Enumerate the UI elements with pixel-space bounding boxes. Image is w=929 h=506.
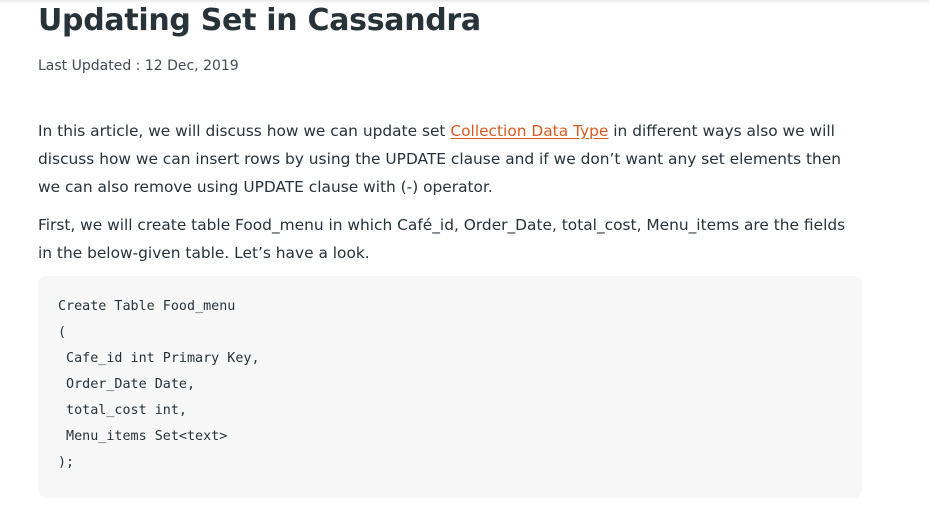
code-line: ); — [58, 455, 75, 470]
code-block: Create Table Food_menu ( Cafe_id int Pri… — [38, 276, 862, 498]
intro-text-start: In this article, we will discuss how we … — [38, 122, 451, 140]
table-intro-paragraph: First, we will create table Food_menu in… — [38, 216, 846, 262]
article-title: Updating Set in Cassandra — [38, 3, 481, 38]
code-line: ( — [58, 325, 67, 340]
code-line: Menu_items Set<text> — [58, 429, 228, 444]
code-line: Create Table Food_menu — [58, 299, 236, 314]
collection-data-type-link[interactable]: Collection Data Type — [450, 122, 608, 140]
last-updated-date: Last Updated : 12 Dec, 2019 — [38, 58, 239, 74]
intro-paragraph: In this article, we will discuss how we … — [38, 117, 864, 201]
code-line: total_cost int, — [58, 403, 187, 418]
code-line: Cafe_id int Primary Key, — [58, 351, 260, 366]
code-line: Order_Date Date, — [58, 377, 196, 392]
